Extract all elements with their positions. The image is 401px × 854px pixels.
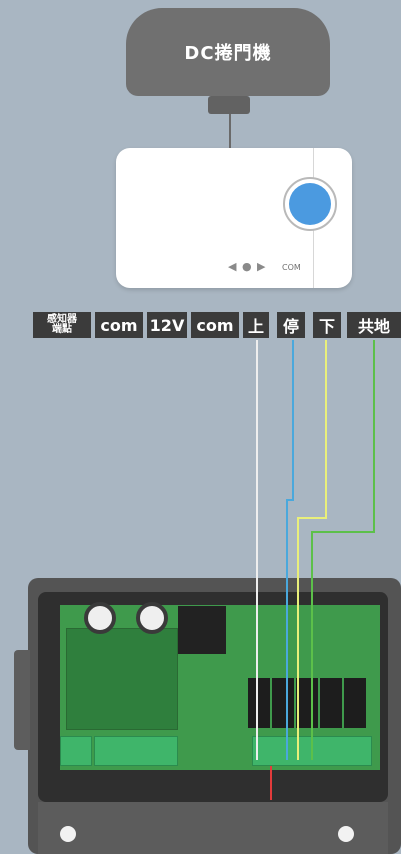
relay bbox=[272, 678, 294, 728]
terminal-stop: 停 bbox=[277, 312, 305, 338]
main-relay bbox=[178, 606, 226, 654]
mount-hole-icon bbox=[84, 602, 116, 634]
terminal-12v: 12V bbox=[147, 312, 187, 338]
terminal-com-1-label: com bbox=[100, 315, 138, 335]
remote-controller: ◀ ● ▶ COM bbox=[116, 148, 352, 288]
terminal-gnd-label: 共地 bbox=[357, 317, 390, 336]
control-box-base bbox=[38, 802, 388, 854]
controller-button[interactable] bbox=[283, 177, 337, 231]
terminal-12v-label: 12V bbox=[149, 315, 185, 335]
indicator-arrows-icon: ◀ ● ▶ bbox=[228, 260, 267, 273]
motor-cable bbox=[229, 114, 231, 150]
box-side-mount bbox=[14, 650, 30, 750]
knockout-hole-icon bbox=[338, 826, 354, 842]
relay bbox=[296, 678, 318, 728]
terminal-stop-label: 停 bbox=[282, 317, 299, 336]
terminal-block bbox=[252, 736, 372, 766]
motor-connector bbox=[208, 96, 250, 114]
relay bbox=[320, 678, 342, 728]
receiver-module bbox=[66, 628, 178, 730]
terminal-com-1: com bbox=[95, 312, 143, 338]
terminal-sensor: 感知器端點 bbox=[33, 312, 91, 338]
terminal-block bbox=[60, 736, 92, 766]
terminal-com-2: com bbox=[191, 312, 239, 338]
terminal-down-label: 下 bbox=[318, 317, 335, 336]
relay bbox=[248, 678, 270, 728]
terminal-sensor-label: 感知器端點 bbox=[47, 314, 77, 335]
controller-button-face bbox=[289, 183, 331, 225]
controller-com-label: COM bbox=[282, 263, 301, 272]
terminal-block bbox=[94, 736, 178, 766]
dc-door-motor: DC捲門機 bbox=[126, 8, 330, 96]
terminal-up: 上 bbox=[243, 312, 269, 338]
relay bbox=[344, 678, 366, 728]
terminal-com-2-label: com bbox=[196, 315, 234, 335]
terminal-down: 下 bbox=[313, 312, 341, 338]
terminal-common-ground: 共地 bbox=[347, 312, 401, 338]
mount-hole-icon bbox=[136, 602, 168, 634]
knockout-hole-icon bbox=[60, 826, 76, 842]
terminal-up-label: 上 bbox=[247, 317, 264, 336]
terminal-strip: 感知器端點 com 12V com 上 停 下 共地 bbox=[33, 312, 401, 338]
motor-label: DC捲門機 bbox=[184, 43, 272, 64]
